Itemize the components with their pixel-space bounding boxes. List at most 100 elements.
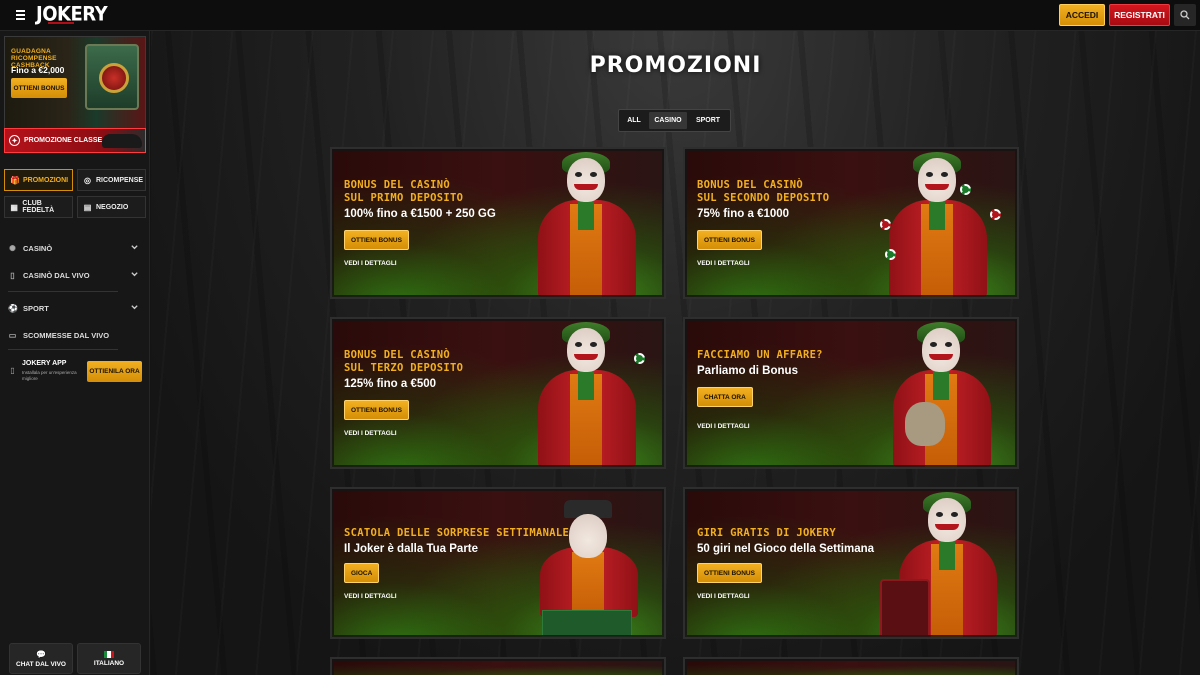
section-casino[interactable]: ✺ CASINÒ [8, 241, 141, 255]
divider [8, 349, 118, 350]
app-title: JOKERY APP [22, 360, 67, 367]
section-sport[interactable]: ⚽ SPORT [8, 301, 141, 315]
joker-illustration [532, 152, 642, 297]
promo-card-partial[interactable] [330, 657, 666, 675]
car-illustration [102, 134, 142, 148]
phone-icon: ▯ [10, 366, 15, 375]
section-live-betting[interactable]: ▭ SCOMMESSE DAL VIVO [8, 328, 141, 342]
language-label: ITALIANO [93, 659, 125, 667]
card-offer: 50 giri nel Gioco della Settimana [697, 543, 875, 555]
safe-illustration [85, 44, 139, 110]
joker-illustration [883, 152, 993, 297]
card-details-link[interactable]: VEDI I DETTAGLI [697, 260, 750, 267]
card-get-bonus-button[interactable]: OTTIENI BONUS [697, 563, 762, 583]
club-icon: ▦ [10, 202, 18, 212]
card-chat-button[interactable]: CHATTA ORA [697, 387, 753, 407]
menu-icon[interactable] [10, 5, 30, 25]
app-promo: ▯ JOKERY APP Installala per un'esperienz… [8, 357, 144, 387]
card-headline: BONUS DEL CASINÒ SUL SECONDO DEPOSITO [697, 179, 830, 204]
card-headline: SCATOLA DELLE SORPRESE SETTIMANALE [344, 527, 570, 539]
sidebar: GUADAGNA RICOMPENSE CASHBACK Fino a €2,0… [0, 31, 150, 675]
cards-icon: ▯ [10, 270, 15, 280]
promo-card-partial[interactable] [683, 657, 1019, 675]
card-play-button[interactable]: GIOCA [344, 563, 380, 583]
nav-promotions-label: PROMOZIONI [23, 176, 69, 184]
promo-card-free-spins[interactable]: GIRI GRATIS DI JOKERY 50 giri nel Gioco … [683, 487, 1019, 639]
card-offer: 100% fino a €1500 + 250 GG [344, 208, 496, 220]
get-app-button[interactable]: OTTIENILA ORA [87, 361, 142, 382]
nav-loyalty-club[interactable]: ▦ CLUB FEDELTÀ [4, 196, 73, 218]
cashback-get-bonus-button[interactable]: OTTIENI BONUS [11, 78, 67, 98]
card-headline: GIRI GRATIS DI JOKERY [697, 527, 837, 539]
chevron-down-icon[interactable] [130, 303, 139, 312]
surprise-box-icon [542, 610, 632, 637]
nav-rewards[interactable]: ◎ RICOMPENSE [77, 169, 146, 191]
section-live-betting-label: SCOMMESSE DAL VIVO [23, 330, 110, 340]
search-icon [1180, 10, 1190, 20]
card-details-link[interactable]: VEDI I DETTAGLI [697, 593, 750, 600]
casino-chip-icon [885, 249, 896, 260]
app-subtitle: Installala per un'esperienza migliore [22, 370, 77, 381]
casino-chip-icon [880, 219, 891, 230]
login-button[interactable]: ACCEDI [1059, 4, 1105, 26]
main-content: PROMOZIONI ALL CASINO SPORT BONUS DEL CA… [151, 31, 1200, 675]
joker-illustration [534, 492, 638, 637]
logo-underline [48, 22, 74, 24]
filter-tabs: ALL CASINO SPORT [618, 109, 731, 132]
card-details-link[interactable]: VEDI I DETTAGLI [697, 423, 750, 430]
chat-icon: 💬 [36, 649, 46, 659]
chevron-down-icon[interactable] [130, 243, 139, 252]
language-button[interactable]: ITALIANO [77, 643, 141, 674]
italy-flag-icon [104, 650, 114, 658]
page-title: PROMOZIONI [589, 53, 762, 78]
sport-icon: ⚽ [8, 303, 18, 313]
section-live-casino-label: CASINÒ DAL VIVO [23, 270, 90, 280]
register-button[interactable]: REGISTRATI [1109, 4, 1170, 26]
joker-illustration [887, 322, 997, 467]
casino-chip-icon [990, 209, 1001, 220]
search-button[interactable] [1174, 4, 1196, 26]
top-bar: JOKERY ACCEDI REGISTRATI [0, 0, 1200, 31]
card-details-link[interactable]: VEDI I DETTAGLI [344, 430, 397, 437]
live-bet-icon: ▭ [8, 330, 17, 340]
promo-card-weekly-surprise-box[interactable]: SCATOLA DELLE SORPRESE SETTIMANALE Il Jo… [330, 487, 666, 639]
promo-card-make-a-deal[interactable]: FACCIAMO UN AFFARE? Parliamo di Bonus CH… [683, 317, 1019, 469]
card-get-bonus-button[interactable]: OTTIENI BONUS [344, 230, 409, 250]
card-headline: BONUS DEL CASINÒ SUL TERZO DEPOSITO [344, 349, 464, 374]
nav-loyalty-label: CLUB FEDELTÀ [22, 200, 55, 214]
casino-icon: ✺ [9, 243, 16, 253]
filter-sport[interactable]: SPORT [689, 112, 727, 129]
section-sport-label: SPORT [23, 303, 49, 313]
card-details-link[interactable]: VEDI I DETTAGLI [344, 593, 397, 600]
nav-shop-label: NEGOZIO [96, 203, 129, 211]
promo-card-third-deposit[interactable]: BONUS DEL CASINÒ SUL TERZO DEPOSITO 125%… [330, 317, 666, 469]
promo-g-label: PROMOZIONE CLASSE G [24, 137, 110, 144]
cashback-promo-banner[interactable]: GUADAGNA RICOMPENSE CASHBACK Fino a €2,0… [4, 36, 146, 142]
cashback-amount: Fino a €2,000 [11, 65, 65, 75]
card-headline: BONUS DEL CASINÒ SUL PRIMO DEPOSITO [344, 179, 464, 204]
section-live-casino[interactable]: ▯ CASINÒ DAL VIVO [8, 268, 141, 282]
card-offer: Il Joker è dalla Tua Parte [344, 543, 479, 555]
nav-promotions[interactable]: 🎁 PROMOZIONI [4, 169, 73, 191]
card-get-bonus-button[interactable]: OTTIENI BONUS [344, 400, 409, 420]
joker-illustration [532, 322, 642, 467]
divider [8, 291, 118, 292]
section-casino-label: CASINÒ [23, 243, 53, 253]
gift-icon: 🎁 [10, 175, 20, 185]
filter-casino[interactable]: CASINO [649, 112, 687, 129]
nav-shop[interactable]: ▤ NEGOZIO [77, 196, 146, 218]
filter-all[interactable]: ALL [621, 112, 647, 129]
live-chat-label: CHAT DAL VIVO [16, 660, 66, 668]
casino-chip-icon [960, 184, 971, 195]
promo-card-second-deposit[interactable]: BONUS DEL CASINÒ SUL SECONDO DEPOSITO 75… [683, 147, 1019, 299]
live-chat-button[interactable]: 💬 CHAT DAL VIVO [9, 643, 73, 674]
card-offer: Parliamo di Bonus [697, 365, 798, 377]
card-get-bonus-button[interactable]: OTTIENI BONUS [697, 230, 762, 250]
mercedes-icon: ✦ [9, 135, 20, 146]
promo-card-first-deposit[interactable]: BONUS DEL CASINÒ SUL PRIMO DEPOSITO 100%… [330, 147, 666, 299]
promo-g-class-banner[interactable]: ✦ PROMOZIONE CLASSE G [4, 128, 146, 153]
casino-chip-icon [634, 353, 645, 364]
card-offer: 125% fino a €500 [344, 378, 437, 390]
card-details-link[interactable]: VEDI I DETTAGLI [344, 260, 397, 267]
chevron-down-icon[interactable] [130, 270, 139, 279]
